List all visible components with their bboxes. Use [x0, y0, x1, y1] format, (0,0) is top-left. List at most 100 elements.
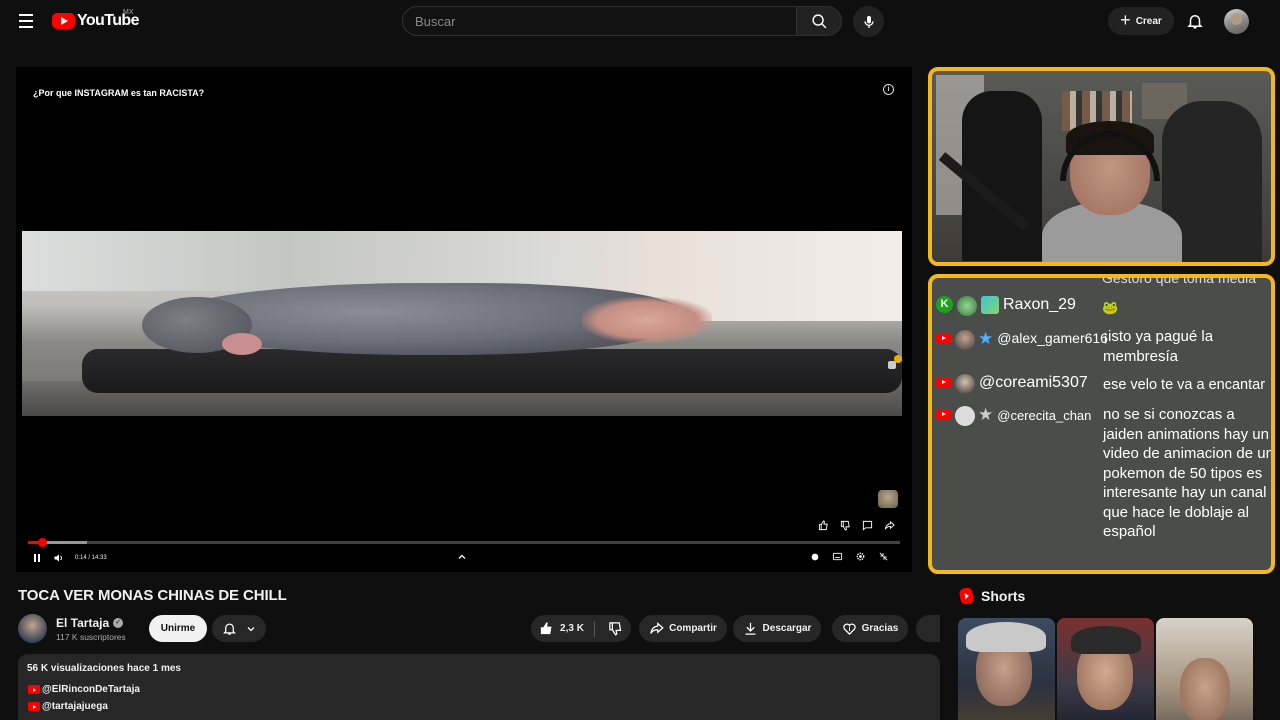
- shorts-heading-text: Shorts: [981, 588, 1026, 604]
- autoplay-icon[interactable]: [809, 551, 820, 562]
- youtube-icon: [936, 409, 951, 420]
- like-button[interactable]: 2,3 K: [539, 620, 595, 637]
- shorts-icon: [958, 586, 975, 606]
- player-controls-right: [809, 551, 889, 562]
- chevron-down-icon: [247, 626, 254, 631]
- youtube-icon: [28, 702, 40, 711]
- chat-author: @coreami5307: [979, 374, 1088, 391]
- create-label: Crear: [1135, 15, 1162, 27]
- description-link[interactable]: @tartajajuega: [28, 701, 108, 712]
- chat-text: no se si conozcas a jaiden animations ha…: [1103, 406, 1274, 540]
- member-star-icon: ★: [978, 405, 994, 424]
- comment-icon[interactable]: [860, 518, 875, 533]
- microphone-icon: [863, 15, 874, 28]
- chat-message: ★ @alex_gamer616: [936, 330, 1108, 350]
- progress-scrubber[interactable]: [37, 538, 47, 547]
- chevron-up-icon[interactable]: [456, 551, 468, 563]
- bell-icon: [1187, 15, 1203, 29]
- share-icon[interactable]: [882, 518, 897, 533]
- player-controls-left: 0:14 / 14:33: [31, 551, 107, 565]
- description-link-text[interactable]: @tartajajuega: [42, 701, 108, 712]
- voice-search-button[interactable]: [853, 6, 884, 37]
- download-button[interactable]: Descargar: [733, 615, 821, 642]
- like-dislike-group: 2,3 K: [531, 615, 631, 642]
- share-button[interactable]: Compartir: [639, 615, 727, 642]
- thanks-button[interactable]: Gracias: [832, 615, 908, 642]
- notifications-button[interactable]: [1183, 9, 1207, 33]
- channel-avatar[interactable]: [18, 614, 47, 643]
- kick-icon: K: [936, 296, 953, 313]
- short-thumbnail[interactable]: [1057, 618, 1154, 720]
- pause-icon[interactable]: [31, 551, 43, 565]
- view-count-date: 56 K visualizaciones hace 1 mes: [27, 663, 181, 674]
- channel-watermark[interactable]: [878, 490, 898, 508]
- download-label: Descargar: [762, 623, 812, 634]
- masthead: YouTube MX + Crear: [0, 0, 1280, 42]
- create-button[interactable]: + Crear: [1108, 7, 1174, 35]
- youtube-icon: [28, 685, 40, 694]
- description-box[interactable]: 56 K visualizaciones hace 1 mes @ElRinco…: [18, 654, 940, 720]
- description-link[interactable]: @ElRinconDeTartaja: [28, 684, 140, 695]
- volume-icon[interactable]: [53, 552, 65, 564]
- badge-icon: [981, 296, 999, 314]
- share-label: Compartir: [669, 623, 717, 634]
- video-player[interactable]: ¿Por que INSTAGRAM es tan RACISTA? i 0:1…: [16, 67, 912, 572]
- youtube-logo[interactable]: YouTube MX: [52, 9, 139, 31]
- join-button[interactable]: Unirme: [149, 615, 207, 642]
- like-count: 2,3 K: [560, 623, 584, 634]
- avatar: [955, 330, 975, 350]
- chat-author: Raxon_29: [1003, 296, 1076, 313]
- thanks-label: Gracias: [861, 623, 899, 634]
- chat-text: ese velo te va a encantar: [1103, 377, 1266, 393]
- warning-icon: [894, 355, 902, 363]
- avatar: [955, 406, 975, 426]
- avatar: [957, 296, 977, 316]
- info-icon[interactable]: i: [883, 84, 894, 95]
- channel-name[interactable]: El Tartaja ✓: [56, 616, 124, 630]
- video-frame: [22, 231, 902, 416]
- exit-fullscreen-icon[interactable]: [878, 551, 889, 562]
- description-link-text[interactable]: @ElRinconDeTartaja: [42, 684, 140, 695]
- plus-icon: +: [1120, 10, 1131, 30]
- verified-icon: ✓: [113, 618, 124, 628]
- heart-dollar-icon: [842, 623, 856, 636]
- player-quick-actions: [816, 518, 897, 533]
- avatar: [955, 374, 975, 394]
- short-thumbnail[interactable]: [958, 618, 1055, 720]
- webcam-overlay: [928, 67, 1275, 266]
- chat-author: @alex_gamer616: [997, 330, 1108, 346]
- youtube-icon: [936, 377, 951, 388]
- chat-author: @cerecita_chan: [997, 408, 1092, 423]
- settings-icon[interactable]: [855, 551, 866, 562]
- search-input[interactable]: [403, 7, 796, 35]
- search-button[interactable]: [796, 6, 842, 36]
- thumbs-up-icon: [540, 622, 552, 635]
- search-icon: [811, 13, 826, 28]
- channel-name-text[interactable]: El Tartaja: [56, 616, 109, 630]
- short-thumbnail[interactable]: [1156, 618, 1253, 720]
- subscription-notifications-button[interactable]: [212, 615, 266, 642]
- chat-message: @coreami5307: [936, 374, 1088, 394]
- dislike-button[interactable]: [600, 621, 623, 636]
- thumbs-down-icon: [609, 622, 622, 636]
- account-avatar[interactable]: [1224, 9, 1249, 34]
- download-icon: [745, 622, 756, 635]
- time-display: 0:14 / 14:33: [75, 555, 107, 561]
- more-actions-button[interactable]: [916, 615, 940, 642]
- share-icon: [650, 622, 664, 634]
- menu-icon[interactable]: [14, 9, 38, 33]
- dislike-icon[interactable]: [838, 518, 853, 533]
- player-overlay-title[interactable]: ¿Por que INSTAGRAM es tan RACISTA?: [33, 88, 204, 98]
- progress-bar[interactable]: [28, 538, 900, 547]
- chat-message: K Raxon_29: [936, 296, 1076, 316]
- frog-emoji-icon: 🐸: [1102, 300, 1119, 315]
- youtube-play-icon: [52, 13, 75, 29]
- like-icon[interactable]: [816, 518, 831, 533]
- chat-message: ★ @cerecita_chan: [936, 406, 1091, 426]
- region-code: MX: [123, 9, 134, 16]
- live-chat-overlay: Gestoro que toma media K Raxon_29 🐸 ★ @a…: [928, 274, 1275, 574]
- chat-cut-off-text: Gestoro que toma media: [1102, 274, 1257, 286]
- video-title: TOCA VER MONAS CHINAS DE CHILL: [18, 587, 287, 604]
- member-star-icon: ★: [978, 329, 994, 348]
- subtitles-icon[interactable]: [832, 551, 843, 562]
